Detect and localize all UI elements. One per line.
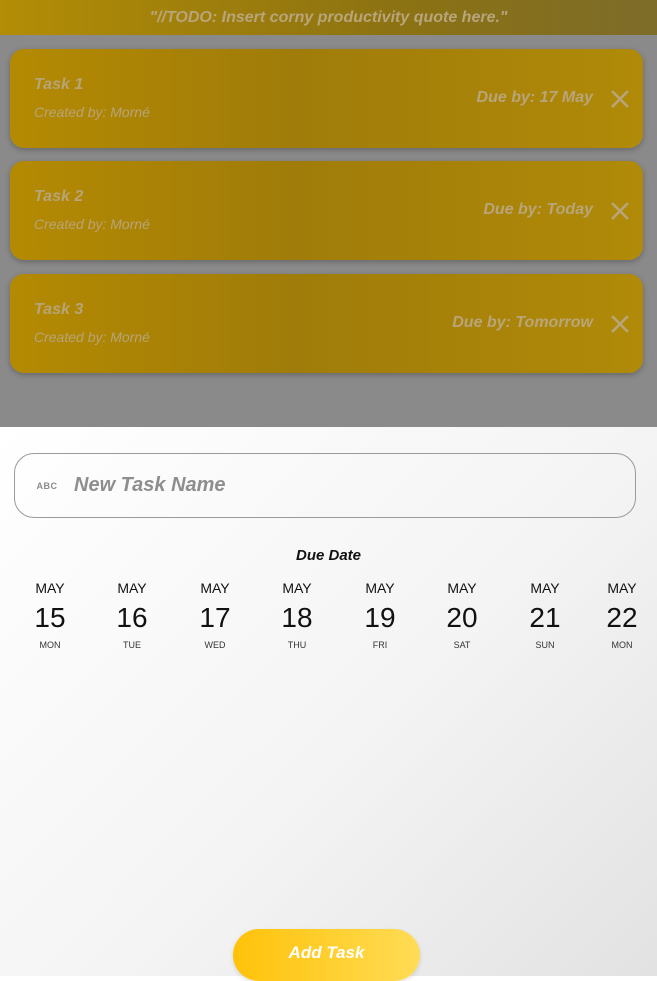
task-card[interactable]: Task 3 Created by: Morné Due by: Tomorro… — [10, 274, 643, 373]
due-date-label: Due Date — [295, 547, 362, 564]
task-due-date: Due by: 17 May — [476, 89, 593, 106]
date-day: 17 — [199, 602, 231, 633]
date-item[interactable]: MAY 17 WED — [180, 579, 250, 651]
task-creator: Created by: Morné — [34, 104, 150, 120]
date-item[interactable]: MAY 22 MON — [587, 579, 657, 651]
task-name: Task 1 — [34, 76, 84, 93]
quote-banner: "//TODO: Insert corny productivity quote… — [0, 0, 657, 35]
date-item[interactable]: MAY 21 SUN — [510, 579, 580, 651]
date-month: MAY — [607, 580, 637, 596]
date-item[interactable]: MAY 20 SAT — [427, 579, 497, 651]
date-month: MAY — [447, 580, 477, 596]
date-item[interactable]: MAY 18 THU — [262, 579, 332, 651]
date-month: MAY — [200, 580, 230, 596]
task-due-date: Due by: Today — [483, 201, 593, 218]
task-list-overlay: "//TODO: Insert corny productivity quote… — [0, 0, 657, 427]
date-weekday: TUE — [123, 640, 141, 650]
date-month: MAY — [282, 580, 312, 596]
date-weekday: SAT — [453, 640, 471, 650]
task-name: Task 2 — [34, 188, 84, 205]
date-day: 19 — [364, 602, 396, 633]
abc-icon: ABC — [36, 480, 58, 491]
date-picker[interactable]: MAY 15 MON MAY 16 TUE MAY 17 WED MAY 18 … — [0, 579, 657, 659]
date-month: MAY — [35, 580, 65, 596]
date-weekday: FRI — [372, 640, 388, 650]
task-name-input[interactable] — [72, 473, 596, 498]
task-name-field[interactable]: ABC — [14, 453, 636, 518]
date-weekday: WED — [204, 640, 226, 650]
add-task-button[interactable]: Add Task — [233, 929, 420, 981]
date-weekday: MON — [611, 640, 633, 650]
date-day: 22 — [606, 602, 638, 633]
date-item[interactable]: MAY 15 MON — [15, 579, 85, 651]
date-item[interactable]: MAY 19 FRI — [345, 579, 415, 651]
close-icon[interactable] — [611, 90, 629, 108]
date-weekday: SUN — [535, 640, 555, 650]
date-weekday: THU — [287, 640, 307, 650]
date-day: 15 — [34, 602, 66, 633]
close-icon[interactable] — [611, 202, 629, 220]
date-item[interactable]: MAY 16 TUE — [97, 579, 167, 651]
date-day: 16 — [116, 602, 148, 633]
date-day: 20 — [446, 602, 478, 633]
date-weekday: MON — [39, 640, 61, 650]
date-day: 18 — [281, 602, 313, 633]
date-day: 21 — [529, 602, 561, 633]
date-month: MAY — [530, 580, 560, 596]
task-due-date: Due by: Tomorrow — [452, 314, 593, 331]
quote-text: "//TODO: Insert corny productivity quote… — [149, 8, 508, 26]
date-month: MAY — [365, 580, 395, 596]
date-month: MAY — [117, 580, 147, 596]
task-creator: Created by: Morné — [34, 216, 150, 232]
task-name: Task 3 — [34, 301, 84, 318]
task-card[interactable]: Task 1 Created by: Morné Due by: 17 May — [10, 49, 643, 148]
task-creator: Created by: Morné — [34, 329, 150, 345]
task-card[interactable]: Task 2 Created by: Morné Due by: Today — [10, 161, 643, 260]
add-task-sheet: ABC Due Date MAY 15 MON MAY 16 TUE MAY 1… — [0, 427, 657, 981]
close-icon[interactable] — [611, 315, 629, 333]
